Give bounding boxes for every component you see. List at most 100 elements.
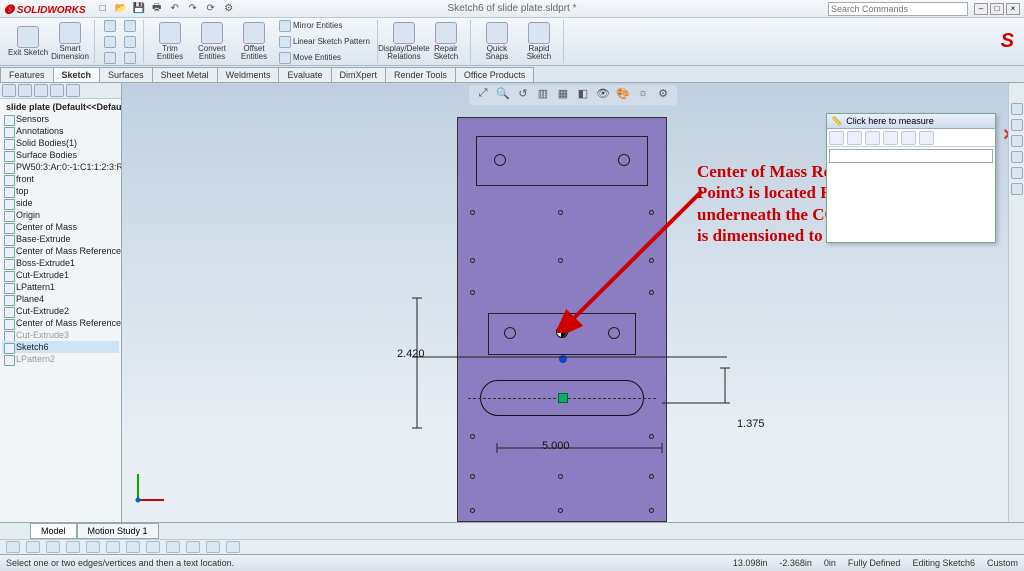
apply-scene-icon[interactable]: ☼ <box>635 87 651 103</box>
view-orientation-icon[interactable]: ▦ <box>555 87 571 103</box>
dimxpert-manager-icon[interactable] <box>50 84 64 97</box>
quick-snaps-button[interactable]: Quick Snaps <box>477 22 517 61</box>
options-icon[interactable]: ⚙ <box>222 2 236 16</box>
tree-item[interactable]: Cut-Extrude3 <box>2 329 119 341</box>
tree-item[interactable]: top <box>2 185 119 197</box>
feature-tree-icon[interactable] <box>2 84 16 97</box>
tree-item[interactable]: Base-Extrude <box>2 233 119 245</box>
tab-evaluate[interactable]: Evaluate <box>278 67 331 82</box>
arc-icon[interactable] <box>847 131 862 145</box>
smart-dimension-button[interactable]: Smart Dimension <box>50 22 90 61</box>
tree-item[interactable]: LPattern2 <box>2 353 119 365</box>
tool-icon[interactable] <box>26 541 40 553</box>
print-icon[interactable]: 🖶 <box>150 2 164 16</box>
model-tab[interactable]: Model <box>30 523 77 539</box>
tree-item[interactable]: side <box>2 197 119 209</box>
tab-weldments[interactable]: Weldments <box>217 67 280 82</box>
tool-icon[interactable] <box>146 541 160 553</box>
tree-item-active-sketch[interactable]: Sketch6 <box>2 341 119 353</box>
tree-item[interactable]: Center of Mass <box>2 221 119 233</box>
prev-view-icon[interactable]: ↺ <box>515 87 531 103</box>
tree-item[interactable]: Boss-Extrude1 <box>2 257 119 269</box>
custom-props-icon[interactable] <box>1011 183 1023 195</box>
redo-icon[interactable]: ↷ <box>186 2 200 16</box>
tab-features[interactable]: Features <box>0 67 54 82</box>
tab-dimxpert[interactable]: DimXpert <box>331 67 387 82</box>
config-manager-icon[interactable] <box>34 84 48 97</box>
section-view-icon[interactable]: ▥ <box>535 87 551 103</box>
hide-show-icon[interactable]: 👁 <box>595 87 611 103</box>
arc-tool[interactable] <box>101 51 119 65</box>
convert-button[interactable]: Convert Entities <box>192 22 232 61</box>
tool-icon[interactable] <box>86 541 100 553</box>
offset-button[interactable]: Offset Entities <box>234 22 274 61</box>
open-icon[interactable]: 📂 <box>114 2 128 16</box>
tab-sketch[interactable]: Sketch <box>53 67 101 82</box>
tree-item[interactable]: Cut-Extrude2 <box>2 305 119 317</box>
tool-icon[interactable] <box>186 541 200 553</box>
repair-sketch-button[interactable]: Repair Sketch <box>426 22 466 61</box>
tree-item[interactable]: Sensors <box>2 113 119 125</box>
display-manager-icon[interactable] <box>66 84 80 97</box>
design-library-icon[interactable] <box>1011 119 1023 131</box>
rect-tool[interactable] <box>121 19 139 33</box>
trim-button[interactable]: Trim Entities <box>150 22 190 61</box>
line-tool[interactable] <box>101 19 119 33</box>
history-icon[interactable] <box>901 131 916 145</box>
appearances-icon[interactable] <box>1011 167 1023 179</box>
mirror-button[interactable]: Mirror Entities <box>276 19 373 33</box>
file-explorer-icon[interactable] <box>1011 135 1023 147</box>
tree-root[interactable]: slide plate (Default<<Default>_Appea <box>2 101 119 113</box>
sensor-icon[interactable] <box>919 131 934 145</box>
tree-item[interactable]: Cut-Extrude1 <box>2 269 119 281</box>
view-palette-icon[interactable] <box>1011 151 1023 163</box>
tree-item[interactable]: Annotations <box>2 125 119 137</box>
graphics-viewport[interactable]: ⤢ 🔍 ↺ ▥ ▦ ◧ 👁 🎨 ☼ ⚙ <box>122 83 1024 522</box>
undo-icon[interactable]: ↶ <box>168 2 182 16</box>
measure-window[interactable]: 📏Click here to measure <box>826 113 996 243</box>
display-delete-relations-button[interactable]: Display/Delete Relations <box>384 22 424 61</box>
tool-icon[interactable] <box>46 541 60 553</box>
command-search[interactable] <box>828 2 968 16</box>
minimize-button[interactable]: – <box>974 3 988 15</box>
move-entities-button[interactable]: Move Entities <box>276 51 373 65</box>
zoom-area-icon[interactable]: 🔍 <box>495 87 511 103</box>
status-units[interactable]: Custom <box>987 558 1018 568</box>
close-button[interactable]: × <box>1006 3 1020 15</box>
tree-item[interactable]: Center of Mass Reference Point3 <box>2 317 119 329</box>
point-icon[interactable] <box>883 131 898 145</box>
tab-sheetmetal[interactable]: Sheet Metal <box>152 67 218 82</box>
new-icon[interactable]: □ <box>96 2 110 16</box>
tree-item[interactable]: Center of Mass Reference Point2 <box>2 245 119 257</box>
tree-item[interactable]: front <box>2 173 119 185</box>
slot-tool[interactable] <box>121 35 139 49</box>
rebuild-icon[interactable]: ⟳ <box>204 2 218 16</box>
tree-item[interactable]: Plane4 <box>2 293 119 305</box>
measure-selection-field[interactable] <box>829 149 993 163</box>
tree-item[interactable]: Surface Bodies <box>2 149 119 161</box>
circle-tool[interactable] <box>101 35 119 49</box>
motion-study-tab[interactable]: Motion Study 1 <box>77 523 159 539</box>
linear-pattern-button[interactable]: Linear Sketch Pattern <box>276 35 373 49</box>
tree-item[interactable]: Origin <box>2 209 119 221</box>
feature-tree[interactable]: slide plate (Default<<Default>_Appea Sen… <box>0 99 121 522</box>
search-input[interactable] <box>828 2 968 16</box>
rapid-sketch-button[interactable]: Rapid Sketch <box>519 22 559 61</box>
save-icon[interactable]: 💾 <box>132 2 146 16</box>
property-manager-icon[interactable] <box>18 84 32 97</box>
tool-icon[interactable] <box>6 541 20 553</box>
xyz-icon[interactable] <box>865 131 880 145</box>
maximize-button[interactable]: □ <box>990 3 1004 15</box>
spline-tool[interactable] <box>121 51 139 65</box>
display-style-icon[interactable]: ◧ <box>575 87 591 103</box>
tool-icon[interactable] <box>106 541 120 553</box>
tab-surfaces[interactable]: Surfaces <box>99 67 153 82</box>
tree-item[interactable]: PW50:3:Ar:0:-1:C1:1:2:3:Re:1f <box>2 161 119 173</box>
tree-item[interactable]: Solid Bodies(1) <box>2 137 119 149</box>
units-icon[interactable] <box>829 131 844 145</box>
exit-sketch-button[interactable]: Exit Sketch <box>8 26 48 57</box>
tool-icon[interactable] <box>66 541 80 553</box>
tool-icon[interactable] <box>206 541 220 553</box>
tree-item[interactable]: LPattern1 <box>2 281 119 293</box>
tool-icon[interactable] <box>126 541 140 553</box>
